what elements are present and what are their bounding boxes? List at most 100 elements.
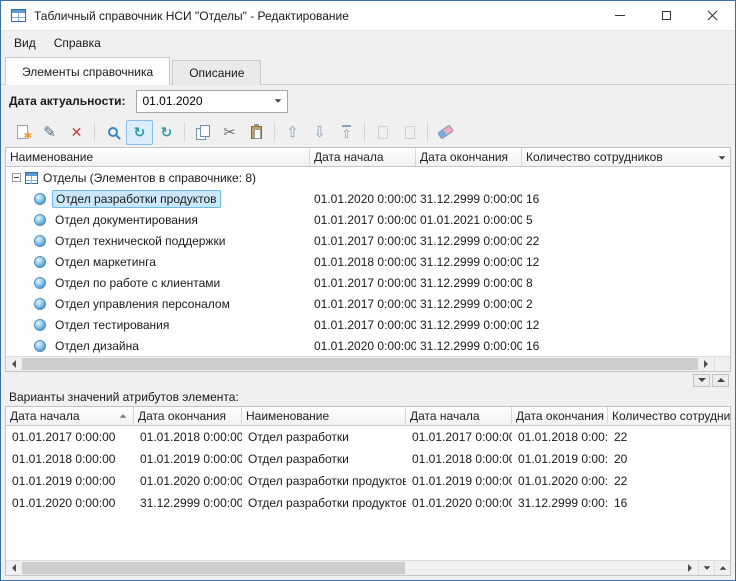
table-row[interactable]: Отдел тестирования 01.01.2017 0:00:00 31… (6, 314, 730, 335)
employee-count-cell: 16 (608, 492, 730, 514)
tab-description[interactable]: Описание (172, 60, 261, 85)
column-header-employee-count[interactable]: Количество сотрудников (522, 148, 730, 166)
elements-table: Наименование Дата начала Дата окончания … (5, 147, 731, 372)
table-row[interactable]: 01.01.2019 0:00:00 01.01.2020 0:00:00 От… (6, 470, 730, 492)
start-date-cell: 01.01.2020 0:00:00 (310, 335, 416, 356)
column-chooser-button[interactable] (715, 151, 728, 164)
new-element-button[interactable]: ✱ (9, 120, 36, 145)
document-button-1[interactable] (369, 120, 396, 145)
actual-date-label: Дата актуальности: (9, 94, 126, 108)
department-name: Отдел тестирования (52, 317, 172, 333)
table-row[interactable]: Отдел маркетинга 01.01.2018 0:00:00 31.1… (6, 251, 730, 272)
collapse-icon[interactable] (12, 173, 21, 182)
delete-element-button[interactable]: ✕ (63, 120, 90, 145)
start-date-cell: 01.01.2017 0:00:00 (310, 230, 416, 251)
menu-view[interactable]: Вид (5, 33, 45, 53)
table-row[interactable]: Отдел по работе с клиентами 01.01.2017 0… (6, 272, 730, 293)
actual-date-input[interactable] (137, 91, 269, 112)
paste-button[interactable] (243, 120, 270, 145)
table-row[interactable]: 01.01.2018 0:00:00 01.01.2019 0:00:00 От… (6, 448, 730, 470)
department-icon (34, 193, 46, 205)
table-row[interactable]: Отдел технической поддержки 01.01.2017 0… (6, 230, 730, 251)
end-date-cell: 31.12.2999 0:00:00 (134, 492, 242, 514)
scroll-left-button[interactable] (6, 357, 22, 371)
move-up-button[interactable]: ⇧ (279, 120, 306, 145)
eraser-button[interactable] (432, 120, 459, 145)
scrollbar-thumb[interactable] (22, 562, 405, 574)
employee-count-cell: 20 (608, 448, 730, 470)
triangle-down-icon (703, 566, 710, 569)
dropdown-button[interactable] (269, 91, 287, 112)
triangle-up-icon (717, 378, 725, 382)
start-date-cell: 01.01.2017 0:00:00 (310, 293, 416, 314)
move-down-button[interactable]: ⇩ (306, 120, 333, 145)
scroll-right-button[interactable] (682, 561, 698, 575)
start-date-cell: 01.01.2020 0:00:00 (406, 492, 512, 514)
scrollbar-track[interactable] (22, 561, 682, 575)
scroll-left-button[interactable] (6, 561, 22, 575)
column-header-name[interactable]: Наименование (242, 407, 406, 425)
end-date-cell: 01.01.2019 0:00:00 (134, 448, 242, 470)
table-empty-area (6, 514, 730, 560)
employee-count-cell: 5 (522, 209, 730, 230)
app-window: Табличный справочник НСИ "Отделы" - Реда… (0, 0, 736, 581)
table-row[interactable]: 01.01.2020 0:00:00 31.12.2999 0:00:00 От… (6, 492, 730, 514)
column-header-end-date-1[interactable]: Дата окончания (134, 407, 242, 425)
edit-element-button[interactable]: ✎ (36, 120, 63, 145)
column-header-start-date-2[interactable]: Дата начала (406, 407, 512, 425)
document-icon (405, 126, 415, 139)
column-header-start-date[interactable]: Дата начала (310, 148, 416, 166)
expand-panel-button[interactable] (712, 374, 729, 387)
scrollbar-thumb[interactable] (22, 358, 698, 370)
end-date-cell: 01.01.2019 0:00:00 (512, 448, 608, 470)
employee-count-cell: 16 (522, 188, 730, 209)
move-first-icon: ⇧ (341, 125, 351, 140)
minimize-button[interactable] (597, 1, 643, 30)
search-button[interactable] (99, 120, 126, 145)
employee-count-cell: 22 (522, 230, 730, 251)
table-row[interactable]: 01.01.2017 0:00:00 01.01.2018 0:00:00 От… (6, 426, 730, 448)
employee-count-cell: 16 (522, 335, 730, 356)
name-cell: Отдел разработки (242, 426, 406, 448)
end-date-cell: 31.12.2999 0:00:00 (416, 272, 522, 293)
menu-help[interactable]: Справка (45, 33, 110, 53)
move-first-button[interactable]: ⇧ (333, 120, 360, 145)
start-date-cell: 01.01.2018 0:00:00 (310, 251, 416, 272)
tab-elements[interactable]: Элементы справочника (5, 57, 170, 85)
table-row[interactable]: Отдел разработки продуктов 01.01.2020 0:… (6, 188, 730, 209)
collapse-panel-button[interactable] (693, 374, 710, 387)
scroll-up-button[interactable] (714, 561, 730, 575)
column-header-name[interactable]: Наименование (6, 148, 310, 166)
column-header-end-date-2[interactable]: Дата окончания (512, 407, 608, 425)
table-row[interactable]: Отдел дизайна 01.01.2020 0:00:00 31.12.2… (6, 335, 730, 356)
cut-button[interactable]: ✂ (216, 120, 243, 145)
column-header-employee-count[interactable]: Количество сотрудников (608, 407, 730, 425)
sort-ascending-icon (120, 414, 127, 417)
triangle-up-icon (719, 566, 726, 569)
scrollbar-track[interactable] (22, 357, 698, 371)
title-bar: Табличный справочник НСИ "Отделы" - Реда… (1, 1, 735, 31)
department-name: Отдел по работе с клиентами (52, 275, 223, 291)
scrollbar-corner (714, 357, 730, 371)
refresh-button[interactable]: ↻ (153, 120, 180, 145)
auto-refresh-toggle-icon: ↻ (134, 125, 146, 139)
department-icon (34, 235, 46, 247)
actual-date-combobox[interactable] (136, 90, 288, 113)
scroll-right-button[interactable] (698, 357, 714, 371)
horizontal-scrollbar[interactable] (6, 356, 730, 371)
maximize-button[interactable] (643, 1, 689, 30)
arrow-left-icon (12, 360, 16, 368)
document-button-2[interactable] (396, 120, 423, 145)
horizontal-scrollbar[interactable] (6, 560, 730, 575)
auto-refresh-toggle-button[interactable]: ↻ (126, 120, 153, 145)
table-row[interactable]: Отдел управления персоналом 01.01.2017 0… (6, 293, 730, 314)
tree-root-row[interactable]: Отделы (Элементов в справочнике: 8) (6, 167, 730, 188)
column-header-start-date-1[interactable]: Дата начала (6, 407, 134, 425)
table-row[interactable]: Отдел документирования 01.01.2017 0:00:0… (6, 209, 730, 230)
close-button[interactable] (689, 1, 735, 30)
splitter-bar[interactable] (5, 372, 731, 388)
scroll-down-button[interactable] (698, 561, 714, 575)
column-header-end-date[interactable]: Дата окончания (416, 148, 522, 166)
copy-button[interactable] (189, 120, 216, 145)
toolbar: ✱ ✎ ✕ ↻ ↻ ✂ (5, 117, 731, 147)
